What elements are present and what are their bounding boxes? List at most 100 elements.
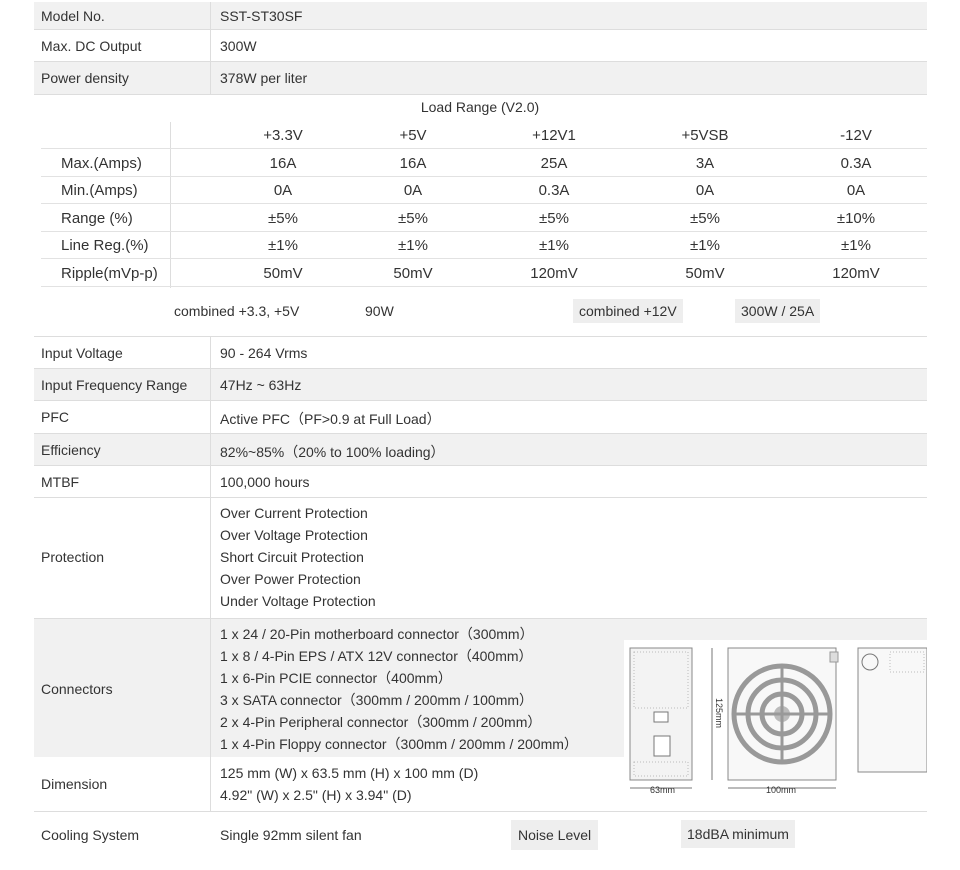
combined-high-label: combined +12V: [573, 299, 683, 323]
spec-row-mtbf: MTBF 100,000 hours: [34, 466, 927, 498]
list-item: Over Power Protection: [220, 571, 361, 587]
spec-value: 100,000 hours: [220, 474, 310, 490]
table-cell: 0.3A: [538, 182, 570, 199]
load-range-header-row: +3.3V +5V +12V1 +5VSB -12V: [41, 122, 927, 149]
spec-row-max-dc-output: Max. DC Output 300W: [34, 30, 927, 62]
spec-value: 82%~85%（20% to 100% loading）: [220, 444, 445, 460]
column-header: +3.3V: [263, 127, 303, 144]
load-range-row: Ripple(mVp-p) 50mV 50mV 120mV 50mV 120mV: [41, 260, 927, 287]
table-cell: 120mV: [832, 265, 880, 282]
diagram-height-label: 125mm: [714, 698, 724, 728]
spec-label: Max. DC Output: [41, 38, 142, 54]
list-item: Under Voltage Protection: [220, 593, 376, 609]
row-label: Max.(Amps): [61, 155, 142, 172]
divider: [210, 619, 211, 757]
dimension-lines: 125 mm (W) x 63.5 mm (H) x 100 mm (D) 4.…: [220, 762, 478, 806]
divider: [210, 62, 211, 94]
column-header: +12V1: [532, 127, 576, 144]
spec-value: 378W per liter: [220, 70, 308, 86]
spec-label: Dimension: [41, 776, 108, 792]
table-cell: 0A: [403, 182, 423, 199]
protection-list: Over Current Protection Over Voltage Pro…: [220, 502, 376, 612]
spec-value: 47Hz ~ 63Hz: [220, 377, 302, 393]
table-cell: ±1%: [539, 237, 569, 254]
spec-value: 90 - 264 Vrms: [220, 345, 308, 361]
list-item: 1 x 4-Pin Floppy connector（300mm / 200mm…: [220, 736, 578, 752]
spec-row-input-frequency: Input Frequency Range 47Hz ~ 63Hz: [34, 369, 927, 401]
spec-label: Cooling System: [41, 827, 140, 843]
psu-side-view: [857, 647, 927, 773]
table-cell: ±5%: [539, 210, 569, 227]
table-cell: ±1%: [841, 237, 871, 254]
divider: [210, 466, 211, 497]
column-header: +5V: [399, 127, 427, 144]
spec-row-model: Model No. SST-ST30SF: [34, 2, 927, 30]
list-item: 3 x SATA connector（300mm / 200mm / 100mm…: [220, 692, 534, 708]
connector-list: 1 x 24 / 20-Pin motherboard connector（30…: [220, 623, 578, 755]
table-cell: ±1%: [398, 237, 428, 254]
table-cell: 0A: [273, 182, 293, 199]
divider: [210, 498, 211, 618]
spec-label: MTBF: [41, 474, 80, 490]
list-item: 1 x 6-Pin PCIE connector（400mm）: [220, 670, 452, 686]
spec-row-pfc: PFC Active PFC（PF>0.9 at Full Load）: [34, 401, 927, 434]
psu-front-view: [629, 647, 693, 781]
spec-row-cooling: Cooling System Single 92mm silent fan No…: [34, 812, 927, 856]
list-item: 1 x 8 / 4-Pin EPS / ATX 12V connector（40…: [220, 648, 533, 664]
noise-level-label: Noise Level: [511, 820, 599, 850]
table-cell: ±5%: [690, 210, 720, 227]
list-item: 2 x 4-Pin Peripheral connector（300mm / 2…: [220, 714, 542, 730]
psu-dimension-diagram: 63mm 125mm 100mm: [624, 640, 927, 800]
diagram-depth-label: 100mm: [766, 785, 796, 795]
table-cell: 0A: [695, 182, 715, 199]
divider: [210, 434, 211, 465]
list-item: Over Voltage Protection: [220, 527, 368, 543]
table-cell: ±10%: [836, 210, 876, 227]
divider: [210, 337, 211, 368]
table-cell: ±1%: [268, 237, 298, 254]
load-range-title: Load Range (V2.0): [420, 99, 540, 115]
row-label: Min.(Amps): [61, 182, 138, 199]
dimension-metric: 125 mm (W) x 63.5 mm (H) x 100 mm (D): [220, 765, 479, 781]
spec-label: Input Voltage: [41, 345, 123, 361]
table-cell: 25A: [540, 155, 568, 172]
spec-label: Protection: [41, 549, 105, 565]
list-item: 1 x 24 / 20-Pin motherboard connector（30…: [220, 626, 534, 642]
table-cell: ±5%: [268, 210, 298, 227]
table-cell: ±5%: [398, 210, 428, 227]
divider: [210, 757, 211, 811]
combined-low-value: 90W: [365, 303, 394, 319]
table-cell: 16A: [399, 155, 427, 172]
spec-label: Efficiency: [41, 442, 101, 458]
table-cell: 16A: [269, 155, 297, 172]
psu-fan-view: [727, 647, 839, 781]
spec-value: Active PFC（PF>0.9 at Full Load）: [220, 411, 441, 427]
load-range-table: +3.3V +5V +12V1 +5VSB -12V Max.(Amps) 16…: [41, 122, 927, 288]
table-cell: 120mV: [530, 265, 578, 282]
table-cell: 50mV: [685, 265, 725, 282]
spec-value: SST-ST30SF: [220, 8, 303, 24]
table-cell: 0A: [846, 182, 866, 199]
spec-label: Input Frequency Range: [41, 377, 188, 393]
row-label: Ripple(mVp-p): [61, 265, 158, 282]
table-cell: ±1%: [690, 237, 720, 254]
divider: [210, 369, 211, 400]
column-header: +5VSB: [681, 127, 729, 144]
table-cell: 50mV: [263, 265, 303, 282]
noise-level-value: 18dBA minimum: [681, 820, 795, 848]
combined-low-label: combined +3.3, +5V: [174, 303, 300, 319]
table-cell: 50mV: [393, 265, 433, 282]
spec-label: Power density: [41, 70, 129, 86]
load-range-row: Line Reg.(%) ±1% ±1% ±1% ±1% ±1%: [41, 232, 927, 259]
column-header: -12V: [840, 127, 872, 144]
list-item: Over Current Protection: [220, 505, 368, 521]
spec-value: Single 92mm silent fan: [220, 827, 362, 843]
spec-row-input-voltage: Input Voltage 90 - 264 Vrms: [34, 336, 927, 369]
divider: [210, 30, 211, 61]
combined-high-value: 300W / 25A: [735, 299, 821, 323]
load-range-row: Min.(Amps) 0A 0A 0.3A 0A 0A: [41, 177, 927, 204]
row-label: Range (%): [61, 210, 133, 227]
row-label: Line Reg.(%): [61, 237, 149, 254]
list-item: Short Circuit Protection: [220, 549, 364, 565]
spec-label: PFC: [41, 409, 69, 425]
